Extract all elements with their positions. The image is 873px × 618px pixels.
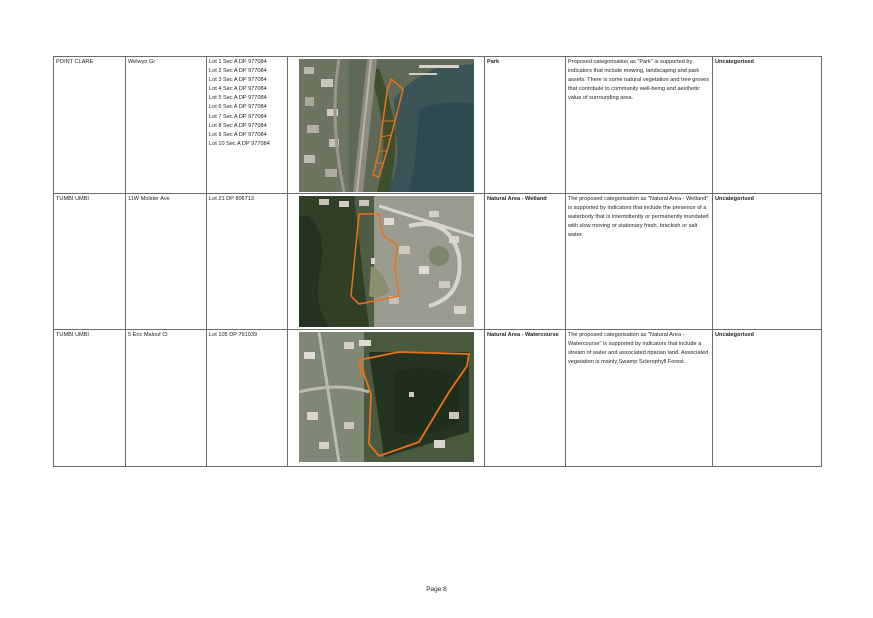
image-cell	[287, 56, 485, 194]
page-number: Page 8	[426, 586, 447, 593]
aerial-photo-point-clare	[298, 59, 474, 192]
lot-line: Lot 105 DP 791039	[209, 332, 258, 338]
lot-line: Lot 6 Sec A DP 977084	[209, 104, 267, 111]
description-cell: The proposed categorisation as "Natural …	[565, 193, 713, 330]
category-cell: Natural Area - Watercourse	[484, 329, 566, 467]
table-row: TUMBI UMBI 11W Molster Ave Lot 21 DP 806…	[53, 193, 822, 330]
lots-cell: Lot 105 DP 791039	[206, 329, 288, 467]
table-row: POINT CLARE Welwyn Gr Lot 1 Sec A DP 977…	[53, 56, 822, 194]
lot-line: Lot 2 Sec A DP 977084	[209, 68, 267, 75]
lot-line: Lot 9 Sec A DP 977084	[209, 131, 267, 138]
table-row: TUMBI UMBI 5 Eric Malouf Cl Lot 105 DP 7…	[53, 329, 822, 467]
description-cell: The proposed categorisation as "Natural …	[565, 329, 713, 467]
lots-cell: Lot 1 Sec A DP 977084 Lot 2 Sec A DP 977…	[206, 56, 288, 194]
address-cell: 5 Eric Malouf Cl	[125, 329, 207, 467]
lot-line: Lot 5 Sec A DP 977084	[209, 95, 267, 102]
lot-line: Lot 7 Sec A DP 977084	[209, 113, 267, 120]
land-table: POINT CLARE Welwyn Gr Lot 1 Sec A DP 977…	[53, 56, 822, 467]
address-cell: 11W Molster Ave	[125, 193, 207, 330]
image-cell	[287, 329, 485, 467]
address-cell: Welwyn Gr	[125, 56, 207, 194]
current-category-cell: Uncategorised	[712, 193, 822, 330]
current-category-cell: Uncategorised	[712, 56, 822, 194]
aerial-photo-eric-malouf-cl	[298, 332, 474, 462]
description-cell: Proposed categorisation as "Park" is sup…	[565, 56, 713, 194]
lot-line: Lot 3 Sec A DP 977084	[209, 77, 267, 84]
category-cell: Natural Area - Wetland	[484, 193, 566, 330]
lot-line: Lot 8 Sec A DP 977084	[209, 122, 267, 129]
lot-line: Lot 10 Sec A DP 977084	[209, 140, 270, 147]
lot-line: Lot 21 DP 806713	[209, 196, 254, 202]
lot-line: Lot 1 Sec A DP 977084	[209, 59, 267, 65]
lots-cell: Lot 21 DP 806713	[206, 193, 288, 330]
lot-line: Lot 4 Sec A DP 977084	[209, 86, 267, 93]
image-cell	[287, 193, 485, 330]
aerial-photo-molster-ave	[298, 196, 474, 327]
current-category-cell: Uncategorised	[712, 329, 822, 467]
suburb-cell: POINT CLARE	[53, 56, 126, 194]
suburb-cell: TUMBI UMBI	[53, 193, 126, 330]
suburb-cell: TUMBI UMBI	[53, 329, 126, 467]
category-cell: Park	[484, 56, 566, 194]
